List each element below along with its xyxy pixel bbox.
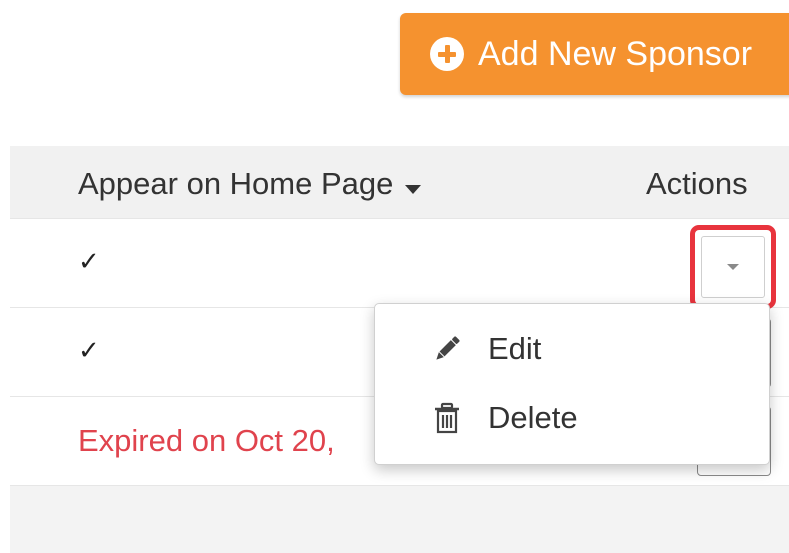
checkmark-icon: ✓ bbox=[78, 247, 100, 277]
actions-dropdown-menu: Edit Delete bbox=[374, 303, 770, 465]
add-new-sponsor-button[interactable]: Add New Sponsor bbox=[400, 13, 789, 95]
expired-status-text: Expired on Oct 20, bbox=[78, 423, 335, 458]
actions-dropdown-toggle-inner bbox=[701, 236, 765, 298]
chevron-down-icon bbox=[727, 264, 739, 270]
menu-item-label: Edit bbox=[488, 331, 542, 366]
pencil-icon bbox=[431, 333, 463, 365]
menu-item-label: Delete bbox=[488, 400, 578, 435]
checkmark-icon: ✓ bbox=[78, 336, 100, 366]
add-new-sponsor-label: Add New Sponsor bbox=[478, 34, 753, 73]
caret-down-icon bbox=[405, 184, 422, 194]
table-row-empty bbox=[10, 486, 789, 553]
column-header-actions: Actions bbox=[646, 166, 748, 201]
column-header-label: Appear on Home Page bbox=[78, 166, 394, 201]
table-row: ✓ bbox=[10, 219, 789, 308]
menu-item-edit[interactable]: Edit bbox=[375, 318, 769, 380]
trash-icon bbox=[431, 402, 463, 434]
plus-circle-icon bbox=[430, 37, 464, 71]
menu-item-delete[interactable]: Delete bbox=[375, 387, 769, 449]
actions-dropdown-toggle-highlighted[interactable] bbox=[690, 225, 776, 309]
table-header: Appear on Home Page Actions bbox=[10, 146, 789, 219]
column-header-appear-on-home-page[interactable]: Appear on Home Page bbox=[78, 166, 422, 202]
